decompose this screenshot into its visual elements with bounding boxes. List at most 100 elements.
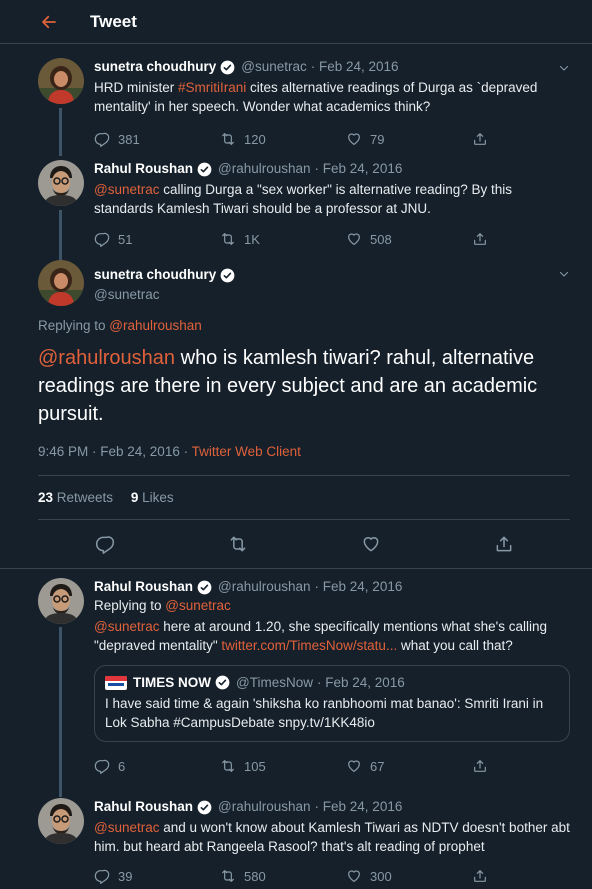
reply-icon[interactable]	[95, 534, 115, 554]
author-handle[interactable]: @sunetrac	[241, 58, 306, 76]
avatar[interactable]	[38, 578, 84, 624]
share-button[interactable]	[472, 231, 488, 247]
like-button[interactable]: 67	[346, 758, 472, 774]
thread-tweet[interactable]: sunetra choudhury @sunetrac · Feb 24, 20…	[0, 58, 592, 149]
avatar[interactable]	[38, 798, 84, 844]
quoted-tweet[interactable]: TIMES NOW @TimesNow · Feb 24, 2016 I hav…	[94, 665, 570, 742]
heart-icon	[346, 758, 362, 774]
verified-badge-icon	[197, 580, 212, 595]
share-icon[interactable]	[494, 534, 514, 554]
likes-stat[interactable]: 9 Likes	[131, 490, 174, 505]
share-icon	[472, 131, 488, 147]
share-button[interactable]	[472, 868, 488, 884]
mention-link[interactable]: @sunetrac	[94, 820, 159, 835]
reply-count: 51	[118, 231, 133, 247]
replying-handle-link[interactable]: @rahulroushan	[109, 318, 202, 333]
retweet-icon[interactable]	[228, 534, 248, 554]
tweet-actions: 51 1K 508	[94, 229, 570, 249]
avatar[interactable]	[38, 260, 84, 306]
author-handle[interactable]: @rahulroushan	[218, 160, 311, 178]
chevron-down-icon[interactable]	[558, 62, 570, 74]
mention-link[interactable]: @sunetrac	[94, 182, 159, 197]
tweet-text-part: and u won't know about Kamlesh Tiwari as…	[94, 820, 570, 854]
author-name[interactable]: Rahul Roushan	[94, 578, 193, 596]
share-button[interactable]	[472, 131, 488, 147]
avatar[interactable]	[38, 160, 84, 206]
share-icon	[472, 231, 488, 247]
heart-icon	[346, 131, 362, 147]
quote-author-handle: @TimesNow	[236, 675, 313, 690]
url-link[interactable]: twitter.com/TimesNow/statu...	[221, 638, 397, 653]
author-name[interactable]: Rahul Roushan	[94, 160, 193, 178]
replying-handle-link[interactable]: @sunetrac	[165, 598, 230, 613]
tweet-text: @sunetrac and u won't know about Kamlesh…	[94, 818, 570, 856]
author-handle[interactable]: @sunetrac	[94, 287, 241, 302]
timestamp-text[interactable]: 9:46 PM · Feb 24, 2016 ·	[38, 444, 192, 459]
divider	[38, 519, 570, 520]
hashtag-link[interactable]: #SmritiIrani	[178, 80, 246, 95]
quote-text: I have said time & again 'shiksha ko ran…	[105, 696, 544, 730]
reply-tweet[interactable]: Rahul Roushan @rahulroushan · Feb 24, 20…	[0, 578, 592, 776]
author-name[interactable]: sunetra choudhury	[94, 58, 216, 76]
like-button[interactable]: 508	[346, 231, 472, 247]
tweet-timestamp: 9:46 PM · Feb 24, 2016 · Twitter Web Cli…	[38, 444, 301, 459]
like-button[interactable]: 79	[346, 131, 472, 147]
reply-button[interactable]: 39	[94, 868, 220, 884]
author-handle[interactable]: @rahulroushan	[218, 798, 311, 816]
quote-date: · Feb 24, 2016	[316, 675, 405, 690]
mention-link[interactable]: @sunetrac	[94, 619, 159, 634]
main-tweet-text: @rahulroushan who is kamlesh tiwari? rah…	[38, 344, 578, 428]
top-bar: Tweet	[0, 0, 592, 44]
divider	[38, 475, 570, 476]
retweet-button[interactable]: 580	[220, 868, 346, 884]
reply-button[interactable]: 6	[94, 758, 220, 774]
retweets-label: Retweets	[53, 490, 114, 505]
like-count: 67	[370, 758, 385, 774]
avatar[interactable]	[38, 58, 84, 104]
tweet-date[interactable]: · Feb 24, 2016	[315, 798, 403, 816]
verified-badge-icon	[215, 675, 230, 690]
like-count: 508	[370, 231, 392, 247]
tweet-date[interactable]: · Feb 24, 2016	[315, 578, 403, 596]
quote-author-name: TIMES NOW	[133, 675, 211, 690]
replying-to: Replying to @sunetrac	[94, 596, 570, 615]
author-handle[interactable]: @rahulroushan	[218, 578, 311, 596]
verified-badge-icon	[220, 268, 235, 283]
reply-icon	[94, 231, 110, 247]
author-name[interactable]: Rahul Roushan	[94, 798, 193, 816]
tweet-date[interactable]: · Feb 24, 2016	[315, 160, 403, 178]
author-name[interactable]: sunetra choudhury	[94, 266, 216, 284]
share-button[interactable]	[472, 758, 488, 774]
tweet-text-part: HRD minister	[94, 80, 179, 95]
page-title: Tweet	[90, 11, 137, 31]
verified-badge-icon	[220, 60, 235, 75]
retweets-count: 23	[38, 490, 54, 505]
reply-button[interactable]: 381	[94, 131, 220, 147]
tweet-text: @sunetrac here at around 1.20, she speci…	[94, 617, 570, 655]
mention-link[interactable]: @rahulroushan	[38, 347, 175, 369]
tweet-actions: 6 105 67	[94, 756, 570, 776]
reply-button[interactable]: 51	[94, 231, 220, 247]
replying-label: Replying to	[38, 318, 110, 333]
like-count: 300	[370, 868, 392, 884]
retweet-button[interactable]: 1K	[220, 231, 346, 247]
like-button[interactable]: 300	[346, 868, 472, 884]
retweet-icon	[220, 868, 236, 884]
retweet-count: 580	[244, 868, 266, 884]
reply-tweet[interactable]: Rahul Roushan @rahulroushan · Feb 24, 20…	[0, 798, 592, 886]
times-now-logo	[105, 675, 127, 690]
thread-tweet[interactable]: Rahul Roushan @rahulroushan · Feb 24, 20…	[0, 160, 592, 249]
retweet-button[interactable]: 120	[220, 131, 346, 147]
like-count: 79	[370, 131, 385, 147]
back-arrow-icon[interactable]	[40, 12, 60, 32]
heart-icon[interactable]	[361, 534, 381, 554]
tweet-date[interactable]: · Feb 24, 2016	[311, 58, 399, 76]
tweet-text: HRD minister #SmritiIrani cites alternat…	[94, 78, 570, 116]
client-link[interactable]: Twitter Web Client	[192, 444, 301, 459]
retweets-stat[interactable]: 23 Retweets	[38, 490, 113, 505]
retweet-count: 1K	[244, 231, 260, 247]
share-icon	[472, 868, 488, 884]
retweet-button[interactable]: 105	[220, 758, 346, 774]
chevron-down-icon[interactable]	[558, 268, 570, 280]
tweet-stats: 23 Retweets 9 Likes	[38, 490, 174, 505]
